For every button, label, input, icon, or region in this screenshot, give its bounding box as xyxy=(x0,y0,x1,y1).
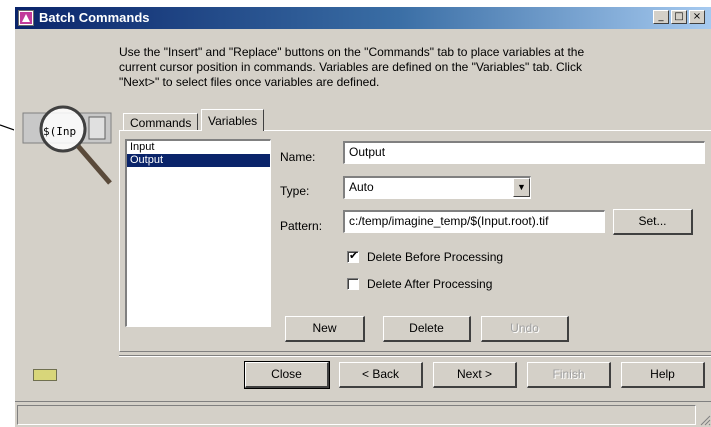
set-button[interactable]: Set... xyxy=(613,209,693,235)
size-grip-icon[interactable] xyxy=(699,414,711,426)
list-item-output[interactable]: Output xyxy=(127,154,270,167)
undo-button[interactable]: Undo xyxy=(481,316,569,342)
delete-after-label: Delete After Processing xyxy=(367,277,493,291)
window-title: Batch Commands xyxy=(39,10,150,25)
variables-list[interactable]: Input Output xyxy=(125,139,271,327)
checkbox-unchecked xyxy=(347,278,359,290)
magnifier-icon xyxy=(22,105,112,185)
delete-before-checkbox[interactable]: ✔ Delete Before Processing xyxy=(347,250,503,266)
back-button[interactable]: < Back xyxy=(339,362,423,388)
pattern-field[interactable]: c:/temp/imagine_temp/$(Input.root).tif xyxy=(343,210,605,233)
delete-before-label: Delete Before Processing xyxy=(367,250,504,264)
instructions-text: Use the "Insert" and "Replace" buttons o… xyxy=(119,45,585,89)
name-label: Name: xyxy=(280,150,316,164)
tab-variables[interactable]: Variables xyxy=(201,109,265,131)
type-value: Auto xyxy=(349,180,374,194)
status-bar xyxy=(15,401,711,427)
title-bar[interactable]: Batch Commands _ □ × xyxy=(15,7,711,29)
tab-commands[interactable]: Commands xyxy=(123,113,199,131)
status-text xyxy=(17,405,696,425)
checkbox-checked: ✔ xyxy=(347,250,359,263)
help-button[interactable]: Help xyxy=(621,362,705,388)
maximize-button[interactable]: □ xyxy=(671,10,687,24)
close-window-button[interactable]: × xyxy=(689,10,705,24)
magnifier-label: $(Inp xyxy=(43,125,77,138)
status-indicator xyxy=(33,369,57,381)
dropdown-arrow-icon[interactable]: ▼ xyxy=(513,178,530,197)
list-item-input[interactable]: Input xyxy=(127,141,270,154)
delete-after-checkbox[interactable]: Delete After Processing xyxy=(347,277,492,293)
type-label: Type: xyxy=(280,184,310,198)
close-button[interactable]: Close xyxy=(244,361,330,389)
next-button[interactable]: Next > xyxy=(433,362,517,388)
window-controls: _ □ × xyxy=(651,10,705,26)
new-button[interactable]: New xyxy=(285,316,365,342)
pattern-label: Pattern: xyxy=(280,219,323,233)
batch-commands-window: Batch Commands _ □ × Use the "Insert" an… xyxy=(14,6,711,427)
finish-button[interactable]: Finish xyxy=(527,362,611,388)
delete-button[interactable]: Delete xyxy=(383,316,471,342)
name-field[interactable]: Output xyxy=(343,141,705,164)
minimize-button[interactable]: _ xyxy=(653,10,669,24)
type-dropdown[interactable]: Auto ▼ xyxy=(343,176,531,199)
app-icon[interactable] xyxy=(18,10,34,26)
separator xyxy=(119,355,711,357)
